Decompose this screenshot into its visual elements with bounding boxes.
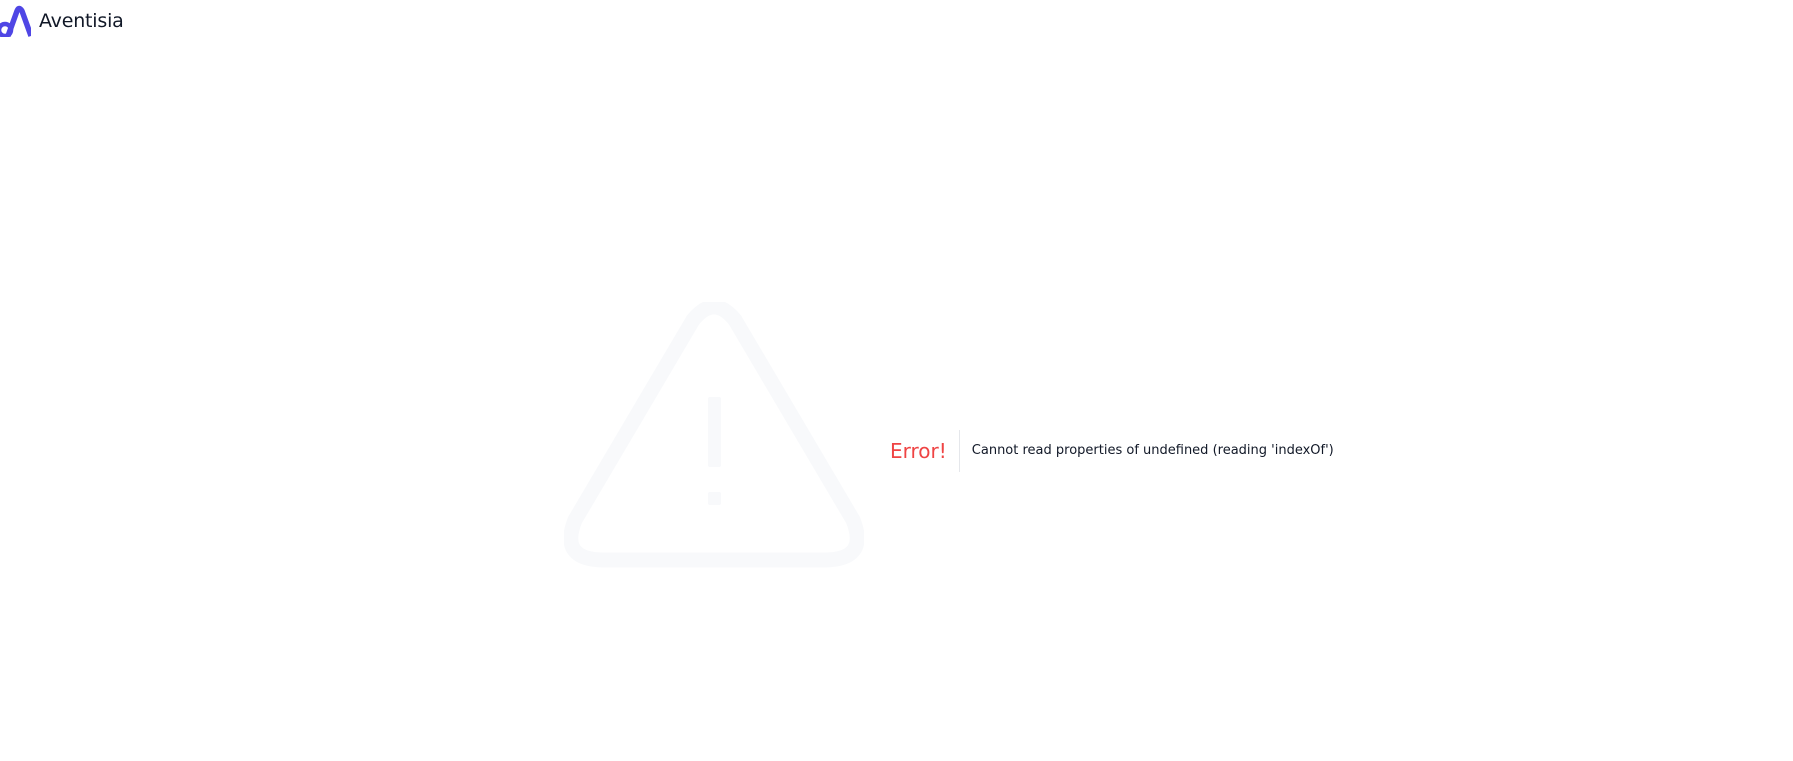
error-page: Aventisia Error! Cannot read properties …	[0, 0, 1793, 761]
brand-header[interactable]: Aventisia	[0, 5, 124, 37]
error-message: Cannot read properties of undefined (rea…	[971, 443, 1334, 458]
aventisia-logo-icon	[0, 5, 31, 37]
brand-name: Aventisia	[39, 10, 124, 32]
error-message-row: Error! Cannot read properties of undefin…	[890, 430, 1334, 472]
warning-triangle-icon	[564, 302, 864, 568]
error-title: Error!	[890, 439, 947, 463]
